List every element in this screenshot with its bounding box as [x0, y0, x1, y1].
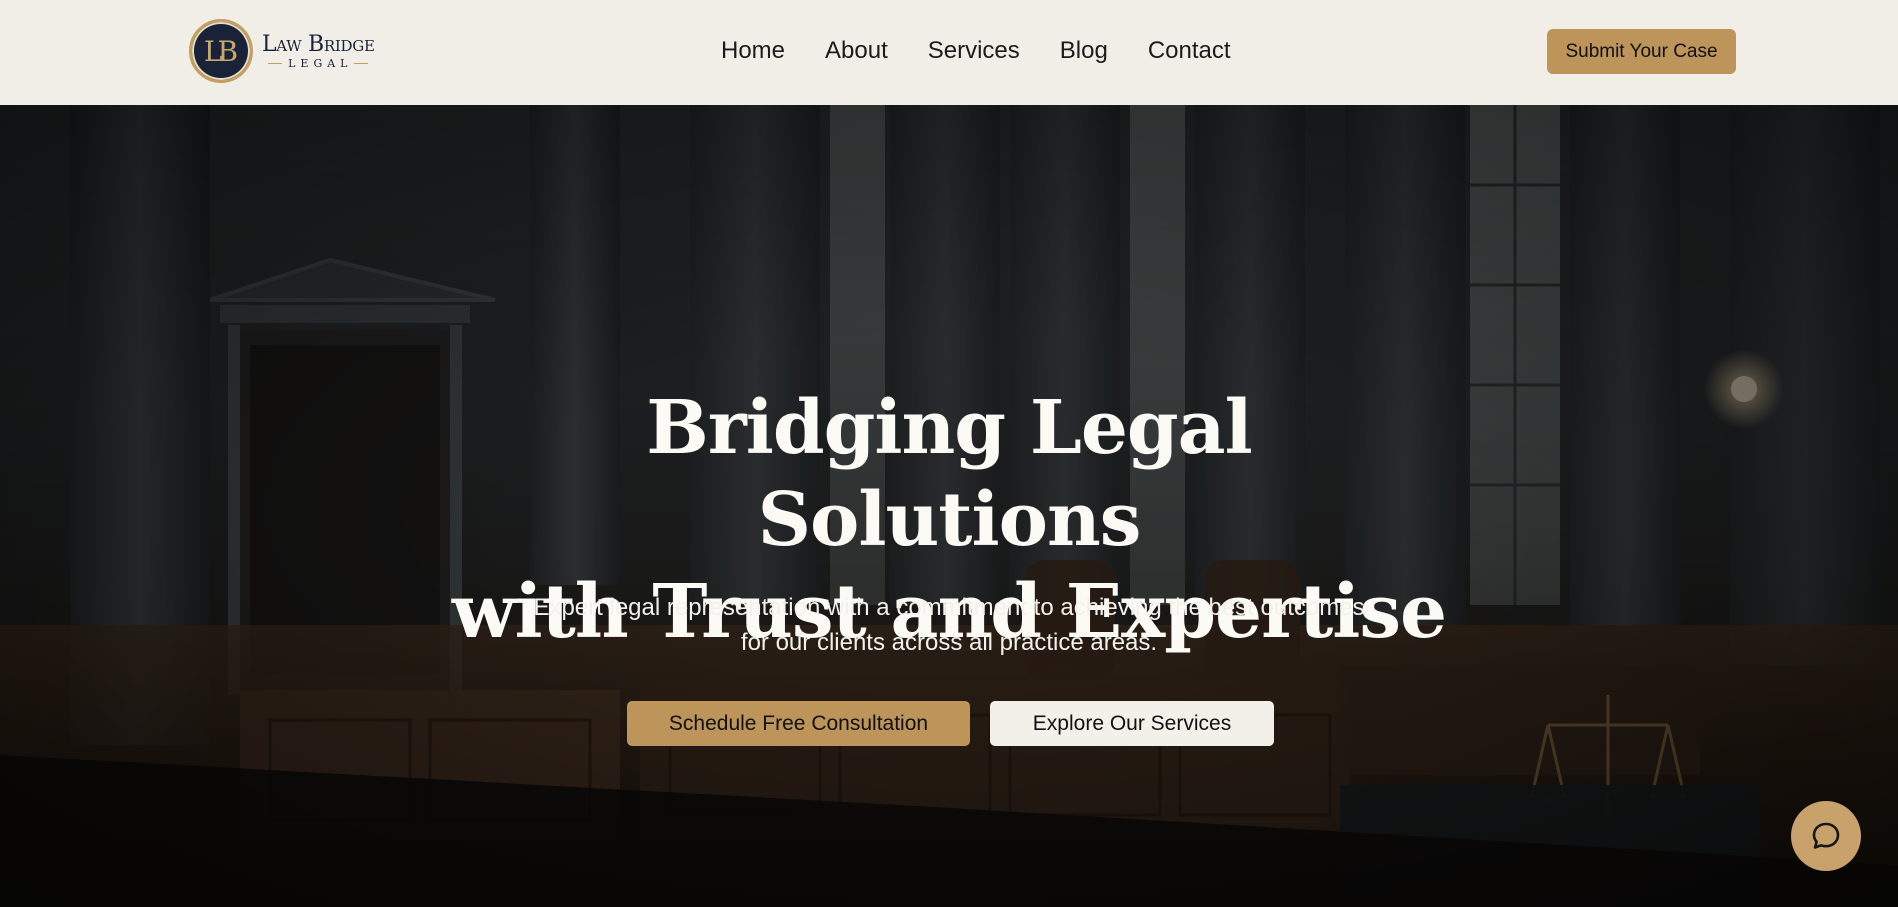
hero-section: Bridging Legal Solutions with Trust and … — [0, 105, 1898, 907]
logo-tagline-row: LEGAL — [268, 56, 369, 70]
chat-button[interactable] — [1791, 801, 1861, 871]
hero-subtitle: Expert legal representation with a commi… — [499, 590, 1399, 660]
nav-blog[interactable]: Blog — [1060, 36, 1108, 66]
nav-services[interactable]: Services — [928, 36, 1020, 66]
chat-bubble-icon — [1812, 822, 1840, 849]
explore-services-button[interactable]: Explore Our Services — [990, 701, 1274, 746]
logo-rule-left — [268, 62, 283, 64]
hero-subtitle-line2: for our clients across all practice area… — [740, 629, 1158, 656]
main-nav: Home About Services Blog Contact — [721, 36, 1231, 66]
nav-home[interactable]: Home — [721, 36, 785, 66]
logo-monogram: LB — [189, 19, 253, 83]
site-header: LB Law Bridge LEGAL Home About Services … — [0, 0, 1898, 105]
logo-name: Law Bridge — [262, 31, 375, 57]
schedule-consultation-button[interactable]: Schedule Free Consultation — [627, 701, 970, 746]
logo-tagline: LEGAL — [288, 56, 353, 70]
nav-contact[interactable]: Contact — [1148, 36, 1231, 66]
hero-title-line1: Bridging Legal Solutions — [646, 385, 1252, 563]
submit-case-button[interactable]: Submit Your Case — [1547, 29, 1736, 74]
hero-subtitle-line1: Expert legal representation with a commi… — [533, 594, 1365, 621]
nav-about[interactable]: About — [825, 36, 888, 66]
logo-monogram-text: LB — [203, 34, 238, 68]
logo-rule-right — [354, 62, 369, 64]
logo-wordmark: Law Bridge LEGAL — [262, 31, 375, 70]
logo[interactable]: LB Law Bridge LEGAL — [189, 19, 375, 83]
